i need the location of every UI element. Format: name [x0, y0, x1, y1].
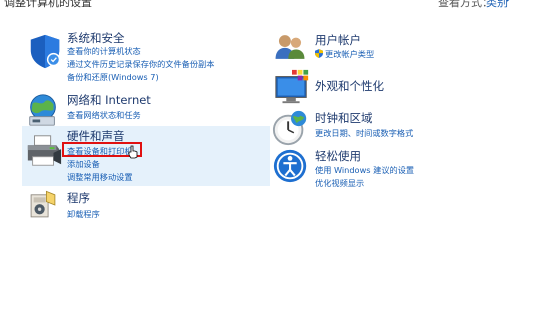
category-appearance: 外观和个性化	[270, 68, 520, 106]
appearance-icon	[275, 69, 309, 104]
category-title-clock-region[interactable]: 时钟和区域	[315, 110, 373, 126]
top-bar: 调整计算机的设置 查看方式： 类别	[0, 0, 533, 9]
view-by-label: 查看方式：	[438, 0, 493, 9]
category-title-user-accounts[interactable]: 用户帐户	[315, 32, 361, 48]
uac-shield-icon	[315, 49, 323, 58]
category-user-accounts: 用户帐户 更改帐户类型	[270, 28, 520, 66]
category-title-ease-of-access[interactable]: 轻松使用	[315, 148, 361, 164]
category-title-network-internet[interactable]: 网络和 Internet	[67, 92, 151, 108]
link-network-status[interactable]: 查看网络状态和任务	[67, 109, 141, 121]
link-view-computer-status[interactable]: 查看你的计算机状态	[67, 45, 141, 57]
category-network-internet: 网络和 Internet 查看网络状态和任务	[22, 90, 270, 126]
category-ease-of-access: 轻松使用 使用 Windows 建议的设置 优化视频显示	[270, 146, 520, 190]
link-change-account-type[interactable]: 更改帐户类型	[315, 48, 374, 60]
link-add-device[interactable]: 添加设备	[67, 158, 100, 170]
link-mobility-settings[interactable]: 调整常用移动设置	[67, 171, 133, 183]
category-title-system-security[interactable]: 系统和安全	[67, 30, 125, 46]
category-system-security: 系统和安全 查看你的计算机状态 通过文件历史记录保存你的文件备份副本 备份和还原…	[22, 28, 270, 86]
link-file-history-backup[interactable]: 通过文件历史记录保存你的文件备份副本	[67, 58, 214, 70]
shield-icon	[30, 34, 61, 69]
category-clock-region: 时钟和区域 更改日期、时间或数字格式	[270, 108, 520, 146]
category-title-programs[interactable]: 程序	[67, 190, 90, 206]
users-icon	[275, 35, 305, 59]
programs-icon	[30, 190, 56, 218]
link-backup-restore[interactable]: 备份和还原(Windows 7)	[67, 71, 159, 83]
link-optimize-display[interactable]: 优化视频显示	[315, 177, 364, 189]
link-uninstall-program[interactable]: 卸载程序	[67, 208, 100, 220]
link-change-date-time-format[interactable]: 更改日期、时间或数字格式	[315, 127, 413, 139]
hand-cursor-icon	[128, 145, 138, 159]
network-globe-icon	[29, 94, 56, 126]
page-title: 调整计算机的设置	[4, 0, 92, 9]
link-windows-recommended-settings[interactable]: 使用 Windows 建议的设置	[315, 164, 414, 176]
category-title-appearance[interactable]: 外观和个性化	[315, 78, 384, 94]
link-change-account-type-label[interactable]: 更改帐户类型	[325, 49, 374, 59]
ease-of-access-icon	[273, 149, 307, 183]
category-programs: 程序 卸载程序	[22, 188, 270, 222]
chevron-down-icon[interactable]	[504, 0, 511, 3]
printer-icon	[27, 135, 62, 166]
clock-icon	[272, 110, 307, 146]
category-hardware-sound[interactable]: 硬件和声音 查看设备和打印机 添加设备 调整常用移动设置	[22, 126, 270, 186]
